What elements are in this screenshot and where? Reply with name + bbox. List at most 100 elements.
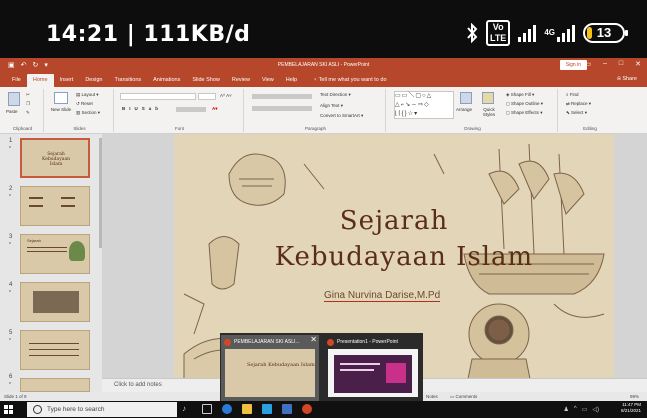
edge-icon[interactable] (222, 404, 232, 414)
notes-toggle[interactable]: Notes (426, 394, 438, 399)
volume-icon[interactable]: ◁) (592, 406, 599, 413)
share-button[interactable]: ⍾ Share (611, 73, 643, 87)
shape-fill-button[interactable]: ◈ Shape Fill ▾ (506, 92, 534, 98)
mail-icon[interactable] (282, 404, 292, 414)
thumb-number: 5 (9, 330, 13, 336)
tab-help[interactable]: Help (280, 74, 303, 87)
select-button[interactable]: ⬉ Select ▾ (566, 110, 587, 116)
comments-label: Comments (455, 394, 478, 399)
tab-insert[interactable]: Insert (54, 74, 80, 87)
comments-toggle[interactable]: ▭ Comments (450, 394, 477, 400)
network-icon[interactable]: ▭ (582, 406, 588, 413)
text-direction-button[interactable]: Text Direction ▾ (320, 92, 351, 98)
tab-view[interactable]: View (256, 74, 280, 87)
slide-thumbnail-1[interactable]: Sejarah Kebudayaan Islam (20, 138, 90, 178)
tab-design[interactable]: Design (79, 74, 108, 87)
group-editing: ⌕ Find ⇄ Replace ▾ ⬉ Select ▾ Editing (560, 89, 620, 132)
thumb-star: * (9, 338, 11, 344)
font-name-box[interactable] (120, 93, 196, 100)
thumb-line (61, 197, 75, 199)
slide-thumbnail-5[interactable] (20, 330, 90, 370)
paste-button[interactable] (8, 92, 20, 107)
people-icon[interactable]: ♟ (563, 406, 568, 413)
powerpoint-icon[interactable] (302, 404, 312, 414)
layout-button[interactable]: ▤ Layout ▾ (76, 92, 99, 98)
preview-card-1[interactable]: PEMBELAJARAN SKI ASLI... ✕ Sejarah Kebud… (221, 335, 319, 401)
slide-thumbnail-2[interactable] (20, 186, 90, 226)
volte-badge: Vo LTE (485, 20, 511, 46)
taskbar-clock[interactable]: 11:47 PM 8/21/2021 (621, 402, 641, 414)
quick-styles-icon (482, 92, 494, 104)
list-controls[interactable] (252, 94, 312, 99)
copy-icon[interactable]: ❐ (26, 101, 30, 107)
taskbar-search-box[interactable]: Type here to search (27, 402, 177, 417)
store-icon[interactable] (262, 404, 272, 414)
group-clipboard: Paste ✂ ❐ ✎ Clipboard (2, 89, 44, 132)
tab-transitions[interactable]: Transitions (108, 74, 147, 87)
preview-1-thumbnail: Sejarah Kebudayaan Islam (225, 349, 315, 397)
thumb-line (29, 349, 79, 350)
shape-effects-button[interactable]: ◻ Shape Effects ▾ (506, 110, 542, 116)
shape-outline-button[interactable]: ◻ Shape Outline ▾ (506, 101, 543, 107)
bluetooth-icon (467, 23, 478, 43)
task-view-icon[interactable] (202, 404, 212, 414)
convert-smartart-button[interactable]: Convert to SmartArt ▾ (320, 113, 363, 119)
alignment-controls[interactable] (252, 106, 312, 111)
shapes-gallery[interactable]: ▭▭＼▢○△ △⌐↘⇔⇨◇ ⌊⌈{}☆▾ (394, 91, 454, 119)
thumb-scroll-graphic (33, 291, 79, 313)
arrange-button[interactable] (460, 92, 472, 105)
preview-card-2[interactable]: Presentation1 - PowerPoint (324, 335, 422, 401)
tell-me-label: Tell me what you want to do (318, 77, 387, 83)
section-button[interactable]: ▥ Section ▾ (76, 110, 100, 116)
font-spacing-controls[interactable] (176, 107, 206, 112)
thumb-star: * (9, 194, 11, 200)
font-size-box[interactable] (198, 93, 216, 100)
tab-animations[interactable]: Animations (147, 74, 186, 87)
editing-group-label: Editing (583, 126, 597, 131)
slide-thumbnail-3[interactable]: Sejarah (20, 234, 90, 274)
select-label: Select (571, 110, 584, 115)
thumb-title: Sejarah Kebudayaan Islam (41, 152, 71, 167)
signal-icon-2 (557, 24, 575, 42)
file-explorer-icon[interactable] (242, 404, 252, 414)
reset-button[interactable]: ↺ Reset (76, 101, 93, 107)
font-color-icon[interactable]: A▾ (212, 106, 218, 112)
close-icon[interactable]: ✕ (635, 60, 641, 68)
status-icons: Vo LTE 4G 13 (466, 20, 628, 46)
ribbon-display-icon[interactable]: ▭ (584, 60, 591, 68)
chevron-up-icon[interactable]: ^ (574, 406, 577, 413)
slide-title-line2[interactable]: Kebudayaan Islam (174, 242, 614, 272)
tab-file[interactable]: File (6, 74, 27, 87)
cut-icon[interactable]: ✂ (26, 92, 30, 98)
reset-label: Reset (81, 101, 93, 106)
zoom-level[interactable]: 99% (630, 394, 639, 399)
new-slide-button[interactable] (54, 92, 68, 105)
align-text-label: Align Text (320, 103, 340, 108)
tab-review[interactable]: Review (226, 74, 256, 87)
maximize-icon[interactable]: □ (619, 60, 623, 68)
thumb-number: 4 (9, 282, 13, 288)
microphone-icon[interactable]: ♪ (182, 404, 192, 414)
thumb-star: * (9, 146, 11, 152)
window-title: PEMBELAJARAN SKI ASLI - PowerPoint (277, 62, 370, 68)
tab-home[interactable]: Home (26, 74, 54, 87)
slide-title-line1[interactable]: Sejarah (174, 206, 614, 236)
replace-button[interactable]: ⇄ Replace ▾ (566, 101, 591, 107)
group-slides: New Slide ▤ Layout ▾ ↺ Reset ▥ Section ▾… (46, 89, 114, 132)
slide-author[interactable]: Gina Nurvina Darise,M.Pd (324, 290, 441, 302)
find-button[interactable]: ⌕ Find (566, 92, 579, 97)
font-format-buttons[interactable]: BIUSab (122, 106, 162, 111)
format-painter-icon[interactable]: ✎ (26, 110, 30, 116)
tab-slide-show[interactable]: Slide Show (186, 74, 226, 87)
preview-close-icon[interactable]: ✕ (310, 335, 317, 344)
minimize-icon[interactable]: – (603, 60, 607, 68)
windows-start-icon[interactable] (4, 405, 13, 414)
align-text-button[interactable]: Align Text ▾ (320, 103, 343, 109)
sign-in-button[interactable]: Sign in (559, 60, 587, 70)
slide-thumbnail-6[interactable] (20, 378, 90, 392)
quick-styles-button[interactable] (482, 92, 494, 105)
tell-me-search[interactable]: ♀ Tell me what you want to do (307, 74, 392, 87)
slide-thumbnail-4[interactable] (20, 282, 90, 322)
status-time: 14:21 | 111KB/d (46, 22, 251, 47)
grow-font-icon[interactable]: A^ A˅ (220, 93, 232, 98)
